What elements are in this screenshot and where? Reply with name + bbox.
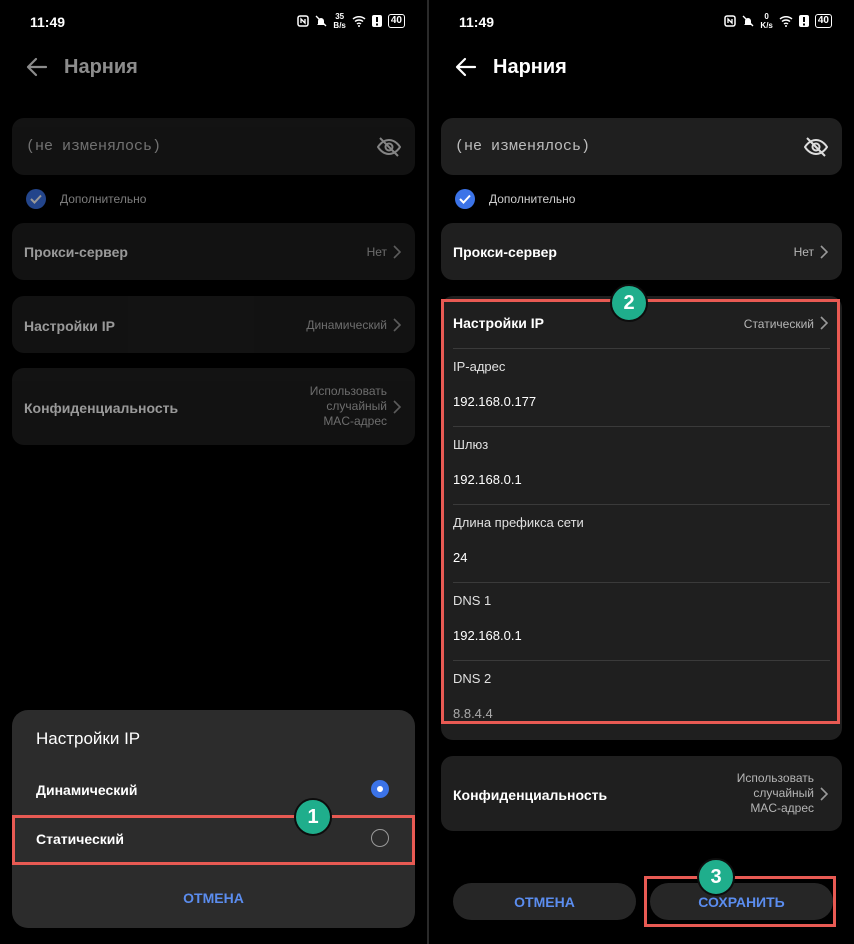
highlight-box bbox=[441, 299, 840, 724]
step-badge: 3 bbox=[697, 858, 735, 896]
status-bar: 11:49 35 B/s 40 bbox=[0, 12, 427, 32]
nfc-icon bbox=[297, 15, 310, 27]
option-label: Динамический bbox=[36, 782, 138, 798]
proxy-label: Прокси-сервер bbox=[24, 244, 128, 260]
network-speed: 35 B/s bbox=[333, 12, 346, 30]
ip-settings-value: Динамический bbox=[306, 318, 387, 332]
step-badge: 2 bbox=[610, 284, 648, 322]
status-bar: 11:49 0 K/s 40 bbox=[429, 12, 854, 32]
alert-icon bbox=[371, 15, 382, 27]
proxy-row[interactable]: Прокси-сервер Нет bbox=[441, 223, 842, 280]
app-header: Нарния bbox=[429, 52, 854, 82]
battery-icon: 40 bbox=[814, 14, 832, 28]
radio-selected-icon[interactable] bbox=[371, 780, 389, 798]
network-speed: 0 K/s bbox=[760, 12, 773, 30]
password-value: (не изменялось) bbox=[26, 138, 162, 155]
proxy-value: Нет bbox=[366, 245, 387, 259]
alert-icon bbox=[798, 15, 809, 27]
nfc-icon bbox=[724, 15, 737, 27]
hidden-eye-icon[interactable] bbox=[804, 136, 828, 158]
ip-settings-label: Настройки IP bbox=[24, 318, 115, 334]
dialog-title: Настройки IP bbox=[36, 729, 141, 748]
right-screen: 11:49 0 K/s 40 Нарния (не изменялось) Доп… bbox=[429, 0, 854, 944]
privacy-value: Использовать случайный MAC-адрес bbox=[309, 384, 387, 428]
step-badge: 1 bbox=[294, 798, 332, 836]
back-arrow-icon[interactable] bbox=[453, 54, 479, 80]
chevron-right-icon bbox=[820, 787, 828, 801]
chevron-right-icon bbox=[393, 245, 401, 259]
chevron-right-icon bbox=[393, 318, 401, 332]
page-title: Нарния bbox=[493, 56, 567, 78]
page-title: Нарния bbox=[64, 56, 138, 78]
password-field[interactable]: (не изменялось) bbox=[12, 118, 415, 175]
app-header: Нарния bbox=[0, 52, 427, 82]
advanced-checkbox[interactable]: Дополнительно bbox=[26, 189, 146, 209]
mute-bell-icon bbox=[742, 15, 754, 27]
advanced-label: Дополнительно bbox=[489, 192, 576, 206]
advanced-label: Дополнительно bbox=[60, 192, 147, 206]
advanced-checkbox[interactable]: Дополнительно bbox=[455, 189, 575, 209]
hidden-eye-icon[interactable] bbox=[377, 136, 401, 158]
check-icon bbox=[455, 189, 475, 209]
battery-icon: 40 bbox=[387, 14, 405, 28]
highlight-box bbox=[644, 876, 836, 927]
proxy-row[interactable]: Прокси-сервер Нет bbox=[12, 223, 415, 280]
wifi-icon bbox=[779, 15, 793, 27]
proxy-value: Нет bbox=[793, 245, 814, 259]
dialog-cancel-button[interactable]: ОТМЕНА bbox=[12, 890, 415, 906]
ip-settings-row[interactable]: Настройки IP Динамический bbox=[12, 296, 415, 353]
mute-bell-icon bbox=[315, 15, 327, 27]
privacy-row[interactable]: Конфиденциальность Использовать случайны… bbox=[441, 756, 842, 831]
password-field[interactable]: (не изменялось) bbox=[441, 118, 842, 175]
chevron-right-icon bbox=[820, 245, 828, 259]
password-value: (не изменялось) bbox=[455, 138, 591, 155]
cancel-button[interactable]: ОТМЕНА bbox=[453, 883, 636, 920]
check-icon bbox=[26, 189, 46, 209]
left-screen: 11:49 35 B/s 40 Нарния (не изменялось) До… bbox=[0, 0, 427, 944]
wifi-icon bbox=[352, 15, 366, 27]
privacy-row[interactable]: Конфиденциальность Использовать случайны… bbox=[12, 368, 415, 445]
proxy-label: Прокси-сервер bbox=[453, 244, 557, 260]
privacy-value: Использовать случайный MAC-адрес bbox=[736, 771, 814, 815]
status-time: 11:49 bbox=[459, 14, 495, 30]
highlight-box bbox=[12, 815, 415, 865]
privacy-label: Конфиденциальность bbox=[24, 400, 179, 416]
option-dynamic[interactable]: Динамический bbox=[12, 764, 415, 816]
chevron-right-icon bbox=[393, 400, 401, 414]
back-arrow-icon[interactable] bbox=[24, 54, 50, 80]
status-time: 11:49 bbox=[30, 14, 66, 30]
privacy-label: Конфиденциальность bbox=[453, 787, 608, 803]
